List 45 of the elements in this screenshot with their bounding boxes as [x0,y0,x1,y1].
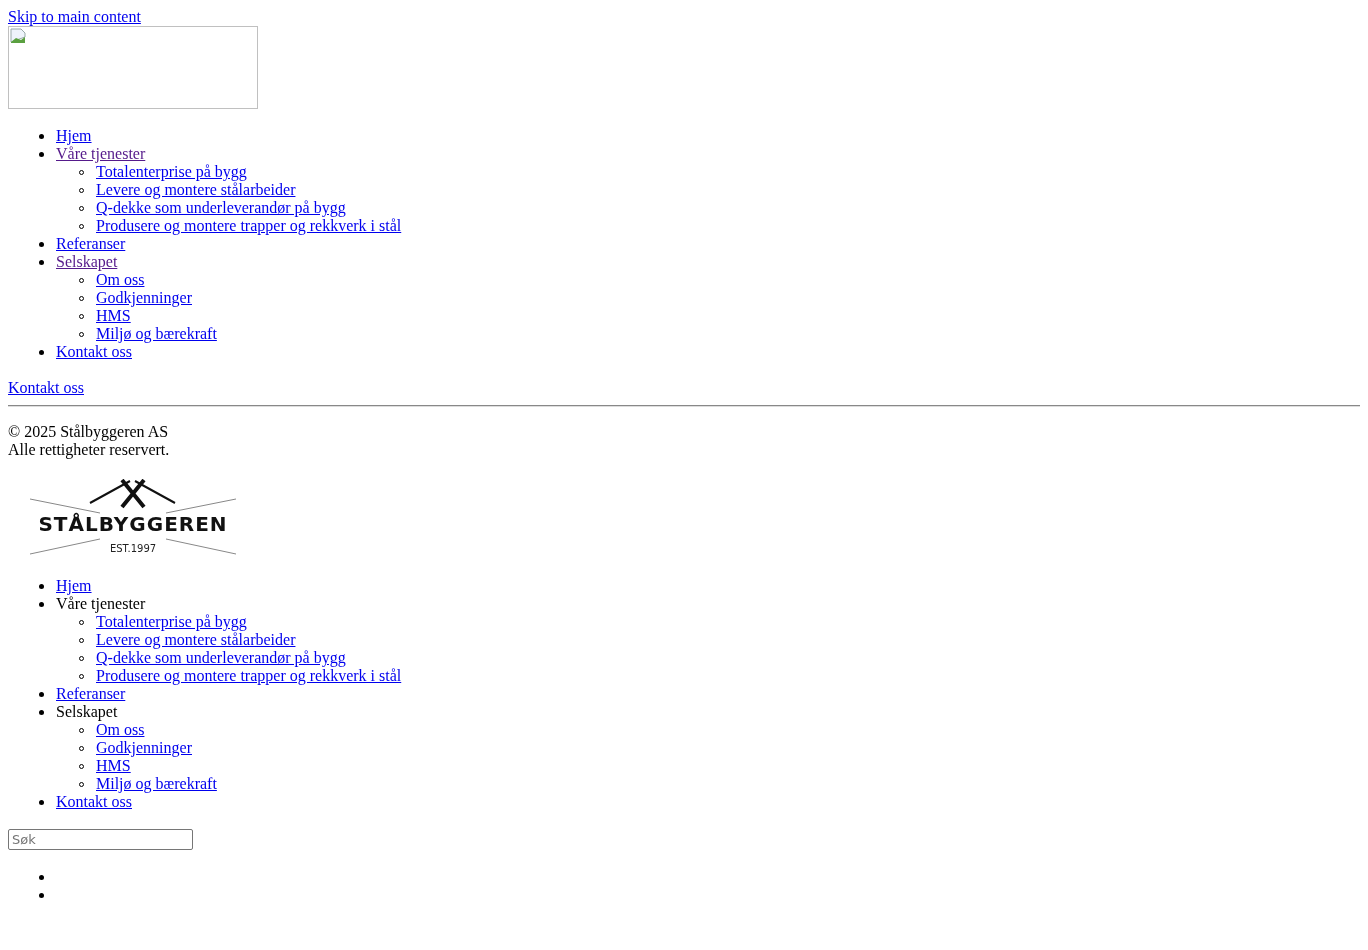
link[interactable]: Våre tjenester [56,145,146,163]
bullet-icon [39,874,44,880]
link[interactable]: Hjem [56,577,92,595]
menu-heading: Våre tjenester [56,595,146,613]
link[interactable]: Produsere og montere trapper og rekkverk i stål [96,217,402,235]
bullet-icon [39,601,44,607]
link[interactable]: Totalenterprise på bygg [96,163,247,181]
bullet-icon [39,349,44,355]
search-field[interactable]: Søk [8,829,193,850]
link[interactable]: Selskapet [56,253,118,271]
bullet-icon [39,583,44,589]
link[interactable]: Kontakt oss [8,379,84,396]
bullet-icon [39,259,44,265]
link[interactable]: Totalenterprise på bygg [96,613,247,631]
link[interactable]: Miljø og bærekraft [96,325,217,343]
link[interactable]: Levere og montere stålarbeider [96,631,296,649]
link[interactable]: Skip to main content [8,8,141,25]
link[interactable]: Produsere og montere trapper og rekkverk i stål [96,667,402,685]
logo-tagline: EST.1997 [109,543,157,554]
link[interactable]: Kontakt oss [56,343,132,361]
link[interactable]: Levere og montere stålarbeider [96,181,296,199]
bullet-icon [39,892,44,898]
link[interactable]: HMS [96,757,131,775]
bullet-icon [39,151,44,157]
link[interactable]: Miljø og bærekraft [96,775,217,793]
link[interactable]: Om oss [96,721,145,739]
link[interactable]: HMS [96,307,131,325]
bullet-icon [39,709,44,715]
link[interactable]: Godkjenninger [96,739,192,757]
link[interactable]: Hjem [56,127,92,145]
link[interactable]: Q-dekke som underleverandør på bygg [96,199,346,217]
logo-name: STÅLBYGGEREN [38,512,228,536]
menu-heading: Selskapet [56,703,118,721]
bullet-icon [39,241,44,247]
link[interactable]: Kontakt oss [56,793,132,811]
bullet-icon [39,133,44,139]
link[interactable]: Om oss [96,271,145,289]
bullet-icon [39,691,44,697]
link[interactable]: Referanser [56,685,126,703]
bullet-icon [39,799,44,805]
link[interactable]: Referanser [56,235,126,253]
copyright-text: Alle rettigheter reservert. [8,441,171,459]
link[interactable]: Godkjenninger [96,289,192,307]
link[interactable]: Q-dekke som underleverandør på bygg [96,649,346,667]
copyright-text: © 2025 Stålbyggeren AS [8,423,170,441]
